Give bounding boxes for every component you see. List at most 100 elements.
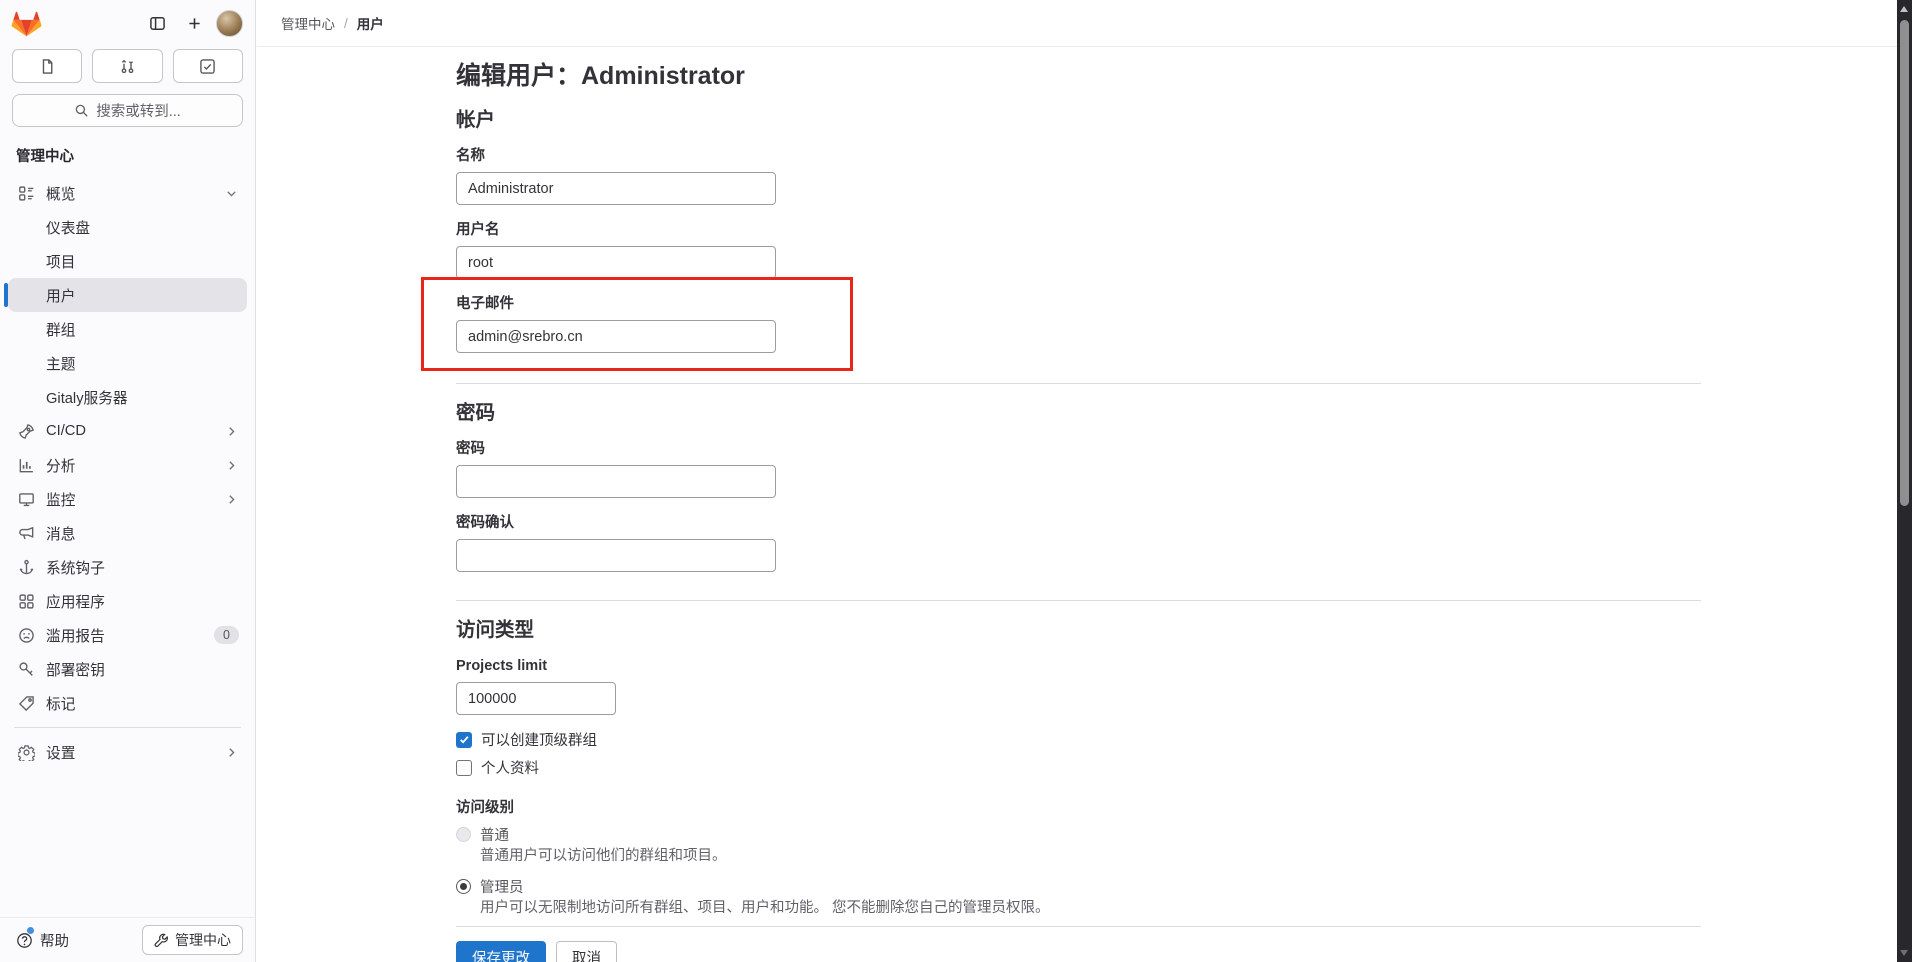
sidebar-toggle-icon[interactable] [142, 8, 172, 38]
todo-check-icon [200, 58, 216, 74]
sidebar-item-messages[interactable]: 消息 [8, 516, 247, 550]
nav-divider [14, 727, 241, 728]
vertical-scrollbar[interactable] [1897, 0, 1912, 962]
sidebar-item-labels[interactable]: 标记 [8, 686, 247, 720]
help-label: 帮助 [40, 933, 69, 950]
regular-access-row: 普通 [456, 824, 1701, 845]
password-confirm-label: 密码确认 [456, 515, 514, 531]
scrollbar-thumb[interactable] [1900, 20, 1909, 506]
admin-area-button[interactable]: 管理中心 [142, 925, 243, 955]
admin-radio[interactable] [456, 879, 471, 894]
key-icon [16, 661, 36, 678]
can-create-group-row: 可以创建顶级群组 [456, 729, 1701, 750]
megaphone-icon [16, 525, 36, 542]
access-section-heading: 访问类型 [456, 619, 535, 641]
sidebar-item-label: 仪表盘 [46, 220, 91, 237]
admin-label: 管理员 [480, 880, 524, 896]
chart-icon [16, 457, 36, 474]
tag-icon [16, 695, 36, 712]
breadcrumb-current: 用户 [356, 17, 384, 32]
sidebar-section-title: 管理中心 [16, 149, 74, 165]
monitor-icon [16, 491, 36, 508]
chevron-down-icon [224, 186, 239, 201]
sidebar-item-label: Gitaly服务器 [46, 390, 128, 407]
sidebar-item-label: 用户 [46, 288, 76, 305]
abuse-reports-count-badge: 0 [214, 626, 239, 644]
sidebar-item-applications[interactable]: 应用程序 [8, 584, 247, 618]
can-create-group-checkbox[interactable] [456, 731, 472, 748]
sidebar-item-label: 设置 [46, 745, 76, 762]
breadcrumb-admin-link[interactable]: 管理中心 [281, 13, 335, 33]
sidebar-item-label: 监控 [46, 492, 76, 509]
sidebar-item-analytics[interactable]: 分析 [8, 448, 247, 482]
form-actions: 保存更改 取消 [456, 941, 1701, 962]
section-divider [456, 383, 1701, 384]
breadcrumb-separator: / [344, 15, 348, 31]
user-avatar[interactable] [216, 9, 243, 37]
chevron-right-icon [224, 424, 239, 439]
section-divider [456, 600, 1701, 601]
sidebar-item-label: 分析 [46, 458, 76, 475]
shortcut-buttons [0, 46, 255, 83]
email-label: 电子邮件 [456, 296, 514, 312]
regular-radio[interactable] [456, 827, 471, 842]
sidebar-item-monitoring[interactable]: 监控 [8, 482, 247, 516]
scroll-down-arrow-icon[interactable] [1900, 950, 1908, 956]
sidebar-item-label: 主题 [46, 356, 76, 373]
sidebar-item-users[interactable]: 用户 [4, 278, 247, 312]
hook-icon [16, 559, 36, 576]
sidebar-item-projects[interactable]: 项目 [8, 244, 247, 278]
plus-icon[interactable] [179, 8, 209, 38]
access-level-label: 访问级别 [456, 800, 514, 816]
sidebar-item-gitaly[interactable]: Gitaly服务器 [8, 380, 247, 414]
email-field[interactable] [456, 320, 776, 353]
private-profile-checkbox[interactable] [456, 759, 472, 776]
sidebar-item-abuse-reports[interactable]: 滥用报告 0 [8, 618, 247, 652]
issues-shortcut-button[interactable] [12, 49, 83, 83]
admin-description: 用户可以无限制地访问所有群组、项目、用户和功能。 您不能删除您自己的管理员权限。 [480, 900, 1050, 916]
sidebar-item-topics[interactable]: 主题 [8, 346, 247, 380]
notification-dot [27, 926, 34, 934]
name-label: 名称 [456, 148, 485, 164]
projects-limit-field[interactable] [456, 682, 616, 715]
edit-user-form: 编辑用户：Administrator 帐户 名称 用户名 电子邮件 密码 密码 … [456, 47, 1701, 962]
radio-dot [460, 883, 467, 890]
sidebar-item-label: 消息 [46, 526, 76, 543]
sidebar-item-groups[interactable]: 群组 [8, 312, 247, 346]
sidebar-item-deploy-keys[interactable]: 部署密钥 [8, 652, 247, 686]
page-title: 编辑用户：Administrator [456, 62, 745, 90]
admin-access-row: 管理员 [456, 876, 1701, 897]
gitlab-logo-icon[interactable] [10, 8, 43, 39]
username-field[interactable] [456, 246, 776, 279]
sidebar-item-overview[interactable]: 概览 [8, 176, 247, 210]
password-confirm-field[interactable] [456, 539, 776, 572]
sidebar-item-system-hooks[interactable]: 系统钩子 [8, 550, 247, 584]
search-input[interactable]: 搜索或转到... [12, 94, 243, 127]
sidebar-top-bar [0, 0, 255, 46]
can-create-group-label: 可以创建顶级群组 [481, 733, 597, 749]
chevron-right-icon [224, 492, 239, 507]
sidebar-item-cicd[interactable]: CI/CD [8, 414, 247, 448]
merge-request-icon [121, 59, 134, 73]
chevron-right-icon [224, 745, 239, 760]
issues-icon [42, 58, 53, 74]
merge-requests-shortcut-button[interactable] [92, 49, 163, 83]
cancel-button[interactable]: 取消 [556, 941, 617, 962]
sidebar-item-label: 概览 [46, 186, 76, 203]
todos-shortcut-button[interactable] [172, 49, 243, 83]
name-field[interactable] [456, 172, 776, 205]
private-profile-label: 个人资料 [481, 761, 539, 777]
save-changes-button[interactable]: 保存更改 [456, 941, 546, 962]
active-indicator [4, 283, 8, 307]
search-icon [75, 104, 88, 117]
sidebar: 搜索或转到... 管理中心 概览 仪表盘 项目 用户 群组 主题 Gitaly服… [0, 0, 256, 962]
help-button[interactable]: 帮助 [16, 926, 69, 951]
projects-limit-label: Projects limit [456, 658, 548, 674]
sad-face-icon [16, 627, 36, 644]
scroll-up-arrow-icon[interactable] [1900, 6, 1908, 12]
sidebar-item-settings[interactable]: 设置 [8, 735, 247, 769]
admin-area-label: 管理中心 [175, 932, 231, 948]
password-field[interactable] [456, 465, 776, 498]
sidebar-item-dashboard[interactable]: 仪表盘 [8, 210, 247, 244]
sidebar-item-label: 应用程序 [46, 594, 105, 611]
